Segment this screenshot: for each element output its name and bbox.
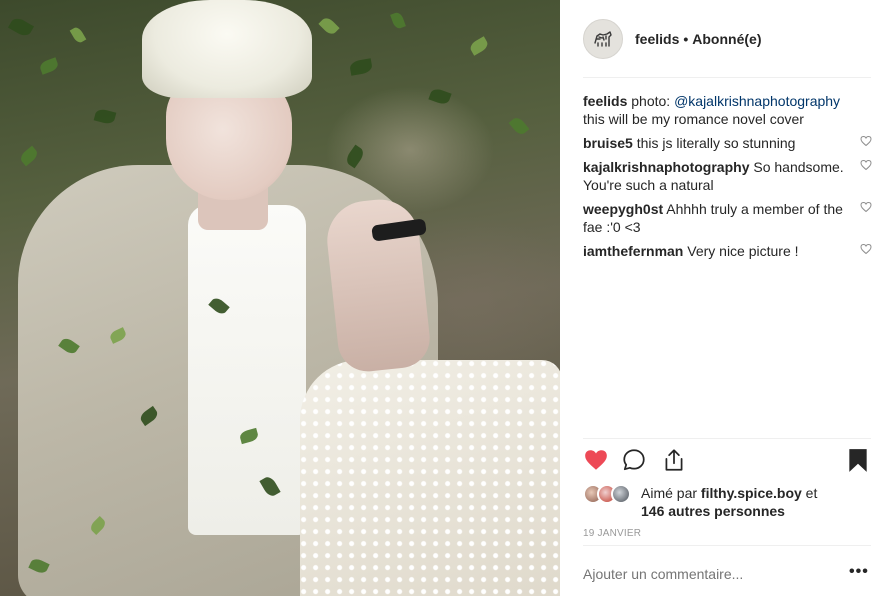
comment-text: Very nice picture ! <box>687 243 799 259</box>
comment-divider <box>583 545 871 546</box>
leaf <box>343 144 367 169</box>
leaf <box>318 15 340 37</box>
caption-text-before: photo: <box>631 93 675 109</box>
heart-filled-icon <box>585 450 607 470</box>
post-header: feelids • Abonné(e) <box>583 18 871 60</box>
post-date[interactable]: 19 JANVIER <box>583 528 641 539</box>
photo-lace-skirt <box>300 360 560 596</box>
comment-username[interactable]: bruise5 <box>583 135 633 151</box>
comment-like-icon[interactable] <box>859 159 873 173</box>
share-button[interactable] <box>661 447 689 475</box>
header-text: feelids • Abonné(e) <box>635 31 761 47</box>
post-details-panel: feelids • Abonné(e) feelids photo: @kajalk… <box>560 0 886 596</box>
header-username[interactable]: feelids <box>635 31 679 47</box>
comment-item: weepygh0st Ahhhh truly a member of the f… <box>583 200 873 236</box>
leaf <box>390 11 406 30</box>
comment-item: bruise5 this js literally so stunning <box>583 134 873 152</box>
comment-item: kajalkrishnaphotography So handsome. You… <box>583 158 873 194</box>
bookmark-icon <box>849 449 867 472</box>
likes-others[interactable]: 146 autres personnes <box>641 503 785 519</box>
follow-status[interactable]: Abonné(e) <box>692 31 761 47</box>
comment-bubble-icon <box>623 449 645 471</box>
leaf <box>38 57 60 75</box>
leaf <box>7 15 35 39</box>
caption-text-after: this will be my romance novel cover <box>583 111 804 127</box>
comment-like-icon[interactable] <box>859 243 873 257</box>
comments-list: feelids photo: @kajalkrishnaphotography … <box>583 92 873 266</box>
liker-avatar[interactable] <box>611 484 631 504</box>
comment-like-icon[interactable] <box>859 201 873 215</box>
post-photo[interactable] <box>0 0 560 596</box>
leaf <box>508 115 530 137</box>
leaf <box>428 86 452 107</box>
share-icon <box>665 449 683 471</box>
comment-item: iamthefernman Very nice picture ! <box>583 242 873 260</box>
caption-username[interactable]: feelids <box>583 93 627 109</box>
likes-prefix: Aimé par <box>641 485 701 501</box>
more-options-button[interactable]: ••• <box>849 563 869 581</box>
header-divider <box>583 77 871 78</box>
photo-shirt <box>188 205 306 535</box>
leaf <box>69 25 87 45</box>
comment-text: this js literally so stunning <box>636 135 796 151</box>
leaf <box>93 107 117 126</box>
caption-mention[interactable]: @kajalkrishnaphotography <box>674 93 840 109</box>
leaf <box>348 58 374 76</box>
comment-username[interactable]: kajalkrishnaphotography <box>583 159 749 175</box>
actions-divider <box>583 438 871 439</box>
action-bar <box>583 447 873 477</box>
user-avatar[interactable] <box>583 19 623 59</box>
zebra-icon <box>594 31 612 47</box>
leaf <box>468 36 490 56</box>
likes-text: Aimé par filthy.spice.boy et 146 autres … <box>641 484 873 520</box>
comment-username[interactable]: weepygh0st <box>583 201 663 217</box>
comment-username[interactable]: iamthefernman <box>583 243 683 259</box>
like-button[interactable] <box>583 447 611 475</box>
likes-conjunction: et <box>801 485 818 501</box>
liker-avatars[interactable] <box>583 484 639 504</box>
caption: feelids photo: @kajalkrishnaphotography … <box>583 92 873 128</box>
likes-section: Aimé par filthy.spice.boy et 146 autres … <box>583 482 873 522</box>
header-separator: • <box>683 31 689 47</box>
comment-like-icon[interactable] <box>859 135 873 149</box>
comment-button[interactable] <box>621 447 649 475</box>
liked-by-username[interactable]: filthy.spice.boy <box>701 485 802 501</box>
leaf <box>18 145 40 167</box>
photo-hair <box>142 0 312 98</box>
save-button[interactable] <box>845 447 873 475</box>
add-comment-input[interactable] <box>583 566 793 582</box>
